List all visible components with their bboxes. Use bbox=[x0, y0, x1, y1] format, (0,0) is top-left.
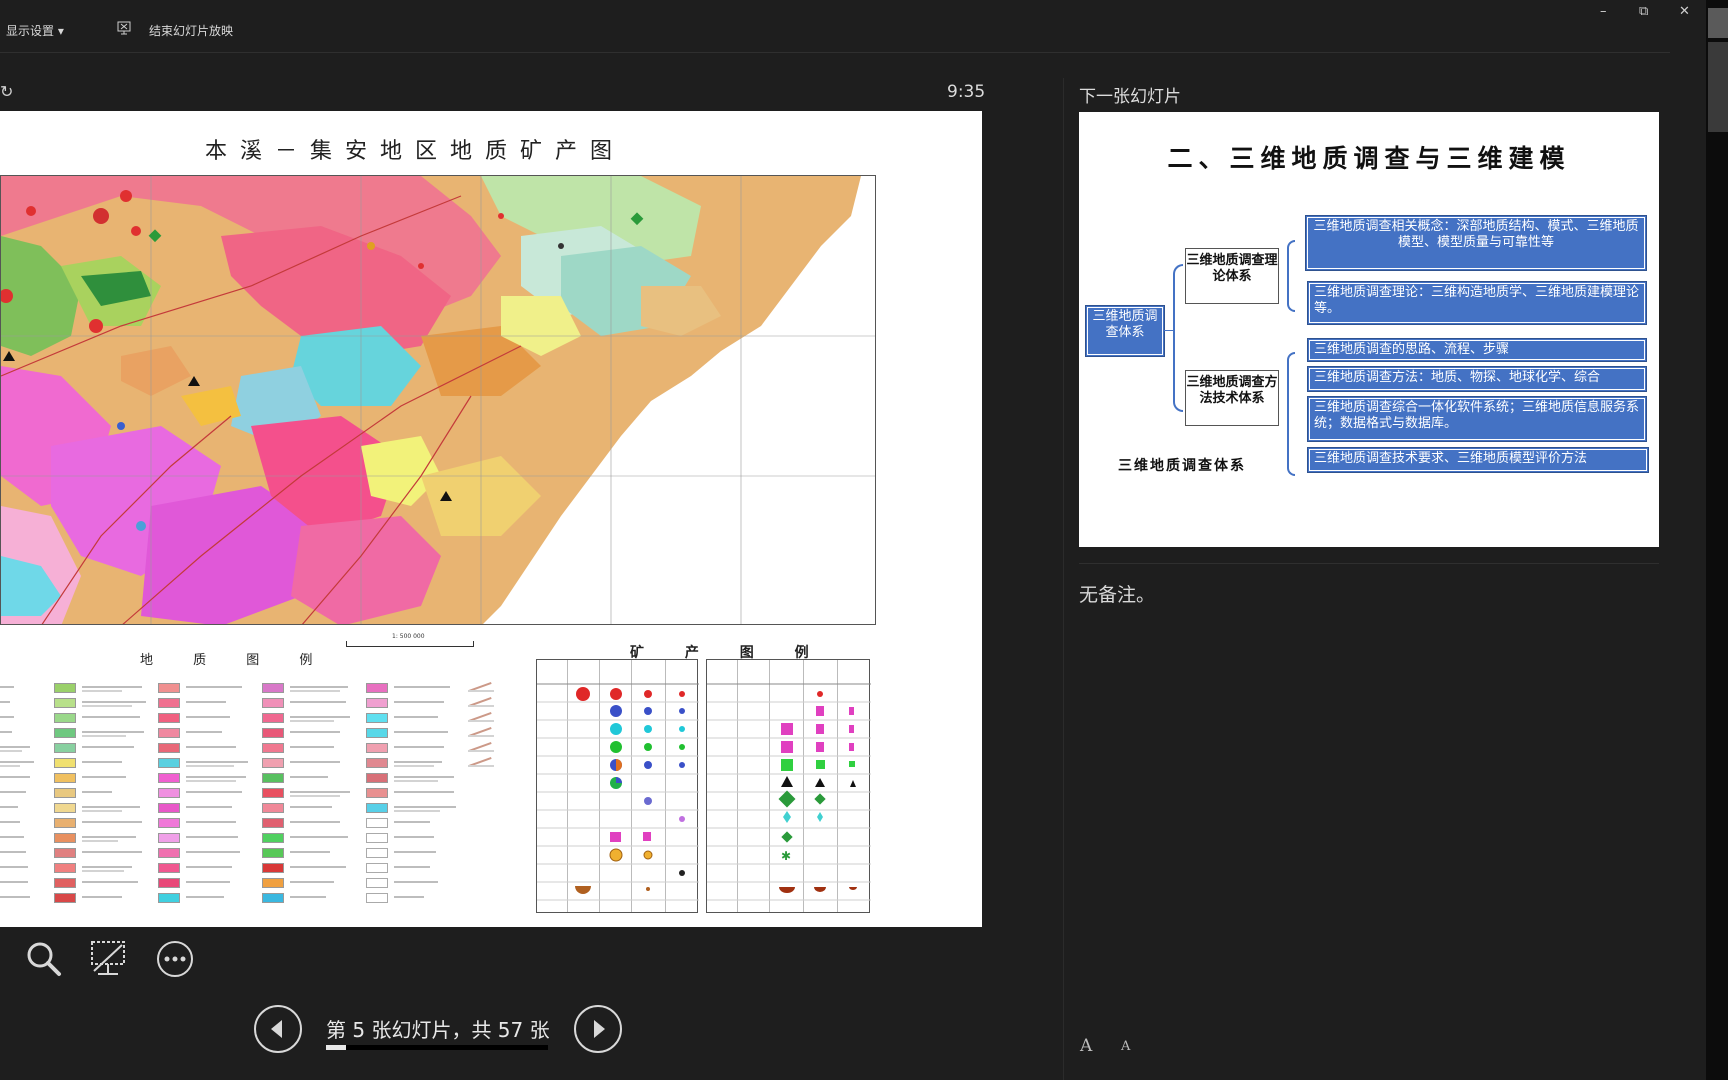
screen-black-icon[interactable] bbox=[90, 939, 128, 981]
method-bracket bbox=[1287, 352, 1295, 476]
pane-divider[interactable] bbox=[1063, 78, 1064, 1080]
theory-branch-box: 三维地质调查理论体系 bbox=[1185, 248, 1279, 304]
root-box: 三维地质调查体系 bbox=[1085, 305, 1165, 357]
theory-bracket bbox=[1287, 240, 1295, 312]
root-bracket bbox=[1173, 264, 1183, 412]
mineral-legend-table-right: ✱ bbox=[706, 659, 871, 913]
zoom-icon[interactable] bbox=[26, 941, 62, 981]
elapsed-timer: 9:35 bbox=[947, 82, 986, 102]
geology-legend-title: 地 质 图 例 bbox=[140, 653, 331, 668]
previous-slide-button[interactable] bbox=[254, 1005, 302, 1053]
method-branch-box: 三维地质调查方法技术体系 bbox=[1185, 370, 1279, 426]
slide-progress-bar bbox=[326, 1045, 548, 1050]
next-slide-button[interactable] bbox=[574, 1005, 622, 1053]
theory-item: 三维地质调查理论：三维构造地质学、三维地质建模理论等。 bbox=[1307, 281, 1647, 325]
geological-map bbox=[0, 175, 876, 625]
methods-item: 三维地质调查方法：地质、物探、地球化学、综合 bbox=[1307, 366, 1647, 392]
next-slide-title: 二、三维地质调查与三维建模 bbox=[1167, 144, 1571, 173]
desktop-edge-strip bbox=[1706, 0, 1728, 1080]
requirements-item: 三维地质调查技术要求、三维地质模型评价方法 bbox=[1307, 447, 1649, 473]
svg-text:✱: ✱ bbox=[781, 849, 791, 863]
current-slide[interactable]: 本溪－集安地区地质矿产图 1: 500 000 地 质 图 例 矿 产 图 例 … bbox=[0, 111, 982, 927]
workflow-item: 三维地质调查的思路、流程、步骤 bbox=[1307, 338, 1647, 362]
minimize-button[interactable]: – bbox=[1600, 4, 1607, 19]
notes-divider bbox=[1079, 563, 1659, 564]
root-connector bbox=[1164, 330, 1174, 331]
slide-counter[interactable]: 第 5 张幻灯片，共 57 张 bbox=[326, 1014, 550, 1043]
decrease-font-icon[interactable]: A bbox=[1121, 1039, 1130, 1054]
concept-item: 三维地质调查相关概念：深部地质结构、模式、三维地质模型、模型质量与可靠性等 bbox=[1305, 215, 1647, 271]
end-show-icon[interactable] bbox=[117, 20, 133, 39]
end-show-button[interactable]: 结束幻灯片放映 bbox=[149, 22, 233, 39]
map-scale-label: 1: 500 000 bbox=[392, 633, 425, 640]
chevron-left-icon bbox=[271, 1020, 282, 1038]
more-options-icon[interactable] bbox=[156, 940, 194, 982]
top-toolbar: 显示设置 ▾ 结束幻灯片放映 – ⧉ ✕ bbox=[0, 0, 1728, 56]
map-scale-bar bbox=[346, 641, 474, 647]
close-button[interactable]: ✕ bbox=[1679, 4, 1690, 19]
refresh-icon[interactable]: ↻ bbox=[0, 82, 13, 101]
display-settings-menu[interactable]: 显示设置 ▾ bbox=[6, 22, 64, 39]
mineral-legend-table-left bbox=[536, 659, 699, 913]
increase-font-icon[interactable]: A bbox=[1080, 1036, 1092, 1056]
speaker-notes[interactable]: 无备注。 bbox=[1079, 580, 1155, 607]
next-slide-preview[interactable]: 二、三维地质调查与三维建模 三维地质调查体系 三维地质调查理论体系 三维地质调查… bbox=[1079, 112, 1659, 547]
toolbar-divider bbox=[0, 52, 1670, 53]
restore-button[interactable]: ⧉ bbox=[1639, 4, 1648, 19]
map-title: 本溪－集安地区地质矿产图 bbox=[205, 139, 626, 164]
next-slide-caption: 三维地质调查体系 bbox=[1118, 458, 1246, 474]
software-item: 三维地质调查综合一体化软件系统；三维地质信息服务系统；数据格式与数据库。 bbox=[1307, 396, 1647, 442]
next-slide-label: 下一张幻灯片 bbox=[1079, 87, 1181, 107]
chevron-right-icon bbox=[594, 1020, 605, 1038]
slide-progress-fill bbox=[326, 1045, 346, 1050]
